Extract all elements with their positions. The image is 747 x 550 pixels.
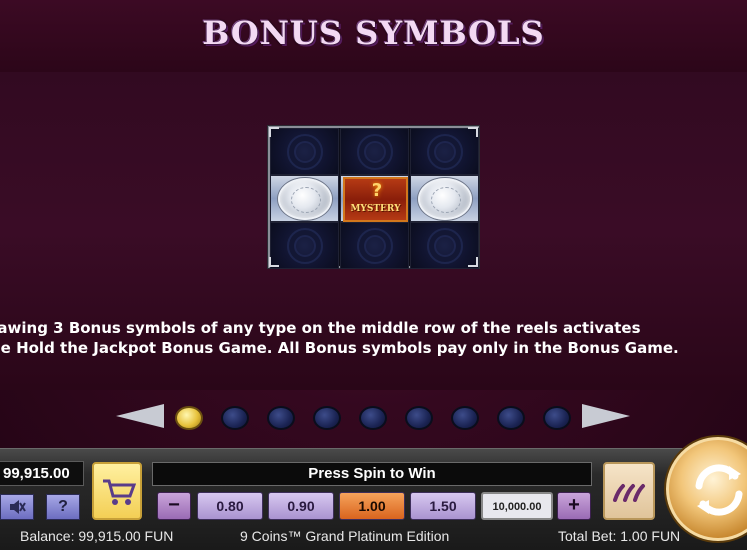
rules-line: he Hold the Jackpot Bonus Game. All Bonu… [0, 339, 679, 357]
reel-cell [270, 175, 339, 222]
speaker-muted-icon [10, 500, 26, 514]
reel-cell [340, 128, 409, 175]
footer-game-name: 9 Coins™ Grand Platinum Edition [240, 528, 450, 544]
bet-option[interactable]: 0.90 [268, 492, 334, 520]
page-dot[interactable] [359, 406, 387, 430]
help-button[interactable]: ? [46, 494, 80, 520]
frame-corner [269, 257, 279, 267]
mystery-symbol: ? MYSTERY [343, 177, 408, 222]
bet-option[interactable]: 1.50 [410, 492, 476, 520]
balance-display: 99,915.00 [0, 461, 84, 486]
decrease-bet-button[interactable]: − [157, 492, 191, 520]
shopping-cart-icon [103, 479, 136, 505]
increase-bet-button[interactable]: + [557, 492, 591, 520]
page-dot[interactable] [405, 406, 433, 430]
page-dot[interactable] [313, 406, 341, 430]
reel-cell [410, 175, 479, 222]
page-dot[interactable] [451, 406, 479, 430]
blank-swirl-symbol [287, 228, 323, 264]
sound-toggle-button[interactable] [0, 494, 34, 520]
frame-corner [468, 127, 478, 137]
page-dot[interactable] [543, 406, 571, 430]
reel-cell [340, 222, 409, 269]
max-bet-option[interactable]: 10,000.00 [481, 492, 553, 520]
silver-coin-symbol [418, 178, 472, 220]
rules-line: rawing 3 Bonus symbols of any type on th… [0, 319, 641, 337]
bet-option[interactable]: 0.80 [197, 492, 263, 520]
reel-grid: ? MYSTERY [268, 126, 479, 269]
page-title: BONUS SYMBOLS [202, 14, 545, 52]
blank-swirl-symbol [287, 134, 323, 170]
blank-swirl-symbol [427, 134, 463, 170]
page-dot-active[interactable] [175, 406, 203, 430]
blank-swirl-symbol [357, 134, 393, 170]
page-dot[interactable] [221, 406, 249, 430]
status-message: Press Spin to Win [152, 462, 592, 486]
blank-swirl-symbol [357, 228, 393, 264]
buy-feature-button[interactable] [92, 462, 142, 520]
frame-corner [269, 127, 279, 137]
paytable-screen: BONUS SYMBOLS ? MYSTERY rawing 3 Bonus s… [0, 0, 747, 550]
question-mark-icon: ? [371, 180, 383, 201]
reel-cell [270, 128, 339, 175]
blank-swirl-symbol [427, 228, 463, 264]
rules-description: rawing 3 Bonus symbols of any type on th… [0, 318, 747, 358]
footer-total-bet: Total Bet: 1.00 FUN [558, 528, 681, 544]
silver-coin-symbol [278, 178, 332, 220]
spin-arrows-icon [695, 464, 743, 516]
page-dot[interactable] [267, 406, 295, 430]
page-dot[interactable] [497, 406, 525, 430]
next-page-arrow-icon[interactable] [582, 404, 630, 428]
autoplay-button[interactable] [603, 462, 655, 520]
previous-page-arrow-icon[interactable] [116, 404, 164, 428]
reel-cell: ? MYSTERY [340, 175, 409, 222]
frame-corner [468, 257, 478, 267]
bet-option-selected[interactable]: 1.00 [339, 492, 405, 520]
reel-cell [270, 222, 339, 269]
footer-balance: Balance: 99,915.00 FUN [20, 528, 174, 544]
autoplay-icon [613, 484, 645, 502]
mystery-symbol-label: MYSTERY [350, 204, 401, 214]
